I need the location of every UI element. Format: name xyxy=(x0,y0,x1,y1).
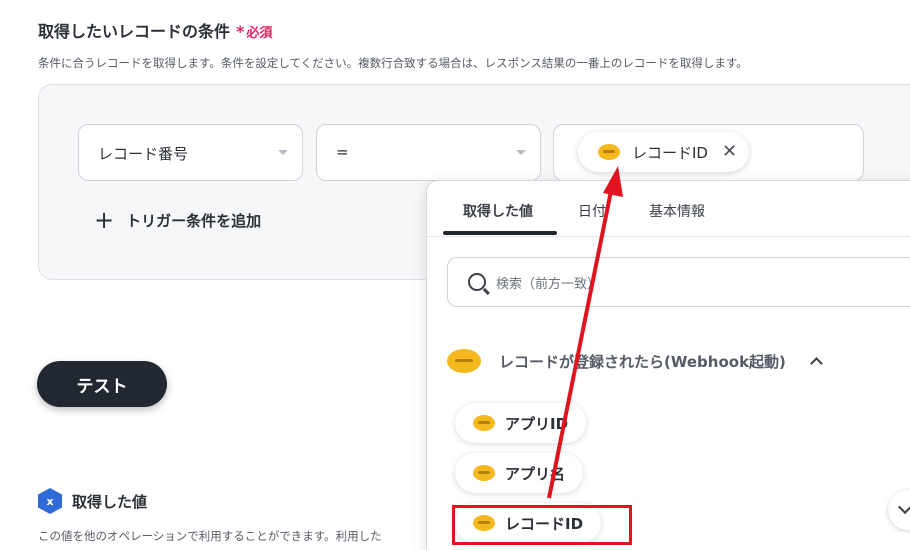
obtained-values-description: この値を他のオペレーションで利用することができます。利用した xyxy=(38,529,382,543)
picker-item-label: アプリID xyxy=(505,414,569,433)
operator-select-value: = xyxy=(336,143,349,161)
variable-icon: x xyxy=(38,488,62,514)
picker-item-label: アプリ名 xyxy=(505,464,566,483)
value-chip-label: レコードID xyxy=(632,143,708,162)
chevron-down-icon xyxy=(516,150,526,155)
search-placeholder: 検索（前方一致） xyxy=(496,276,601,292)
trigger-group-header[interactable]: レコードが登録されたら(Webhook起動) xyxy=(447,349,823,373)
kintone-icon xyxy=(447,349,481,373)
close-icon[interactable]: ✕ xyxy=(722,143,737,161)
kintone-icon xyxy=(473,415,495,431)
search-icon xyxy=(468,273,486,291)
add-trigger-condition-button[interactable]: + トリガー条件を追加 xyxy=(94,208,261,232)
kintone-icon xyxy=(598,144,620,160)
required-star: * xyxy=(236,22,245,41)
add-trigger-label: トリガー条件を追加 xyxy=(126,211,262,230)
picker-search-input[interactable]: 検索（前方一致） xyxy=(447,257,910,307)
obtained-values-title: 取得した値 xyxy=(72,492,148,511)
chevron-up-icon[interactable] xyxy=(810,357,823,370)
obtained-values-heading: x 取得した値 xyxy=(38,488,147,514)
condition-description: 条件に合うレコードを取得します。条件を設定してください。複数行合致する場合は、レ… xyxy=(38,56,748,70)
operator-select[interactable]: = xyxy=(316,124,541,181)
condition-title: 取得したいレコードの条件 * 必須 xyxy=(38,18,272,42)
kintone-icon xyxy=(473,465,495,481)
picker-item-app-name[interactable]: アプリ名 xyxy=(455,453,584,493)
picker-tabs: 取得した値 日付 基本情報 xyxy=(427,181,910,237)
chevron-down-icon xyxy=(278,150,288,155)
highlight-box xyxy=(452,505,632,545)
test-button[interactable]: テスト xyxy=(37,361,167,407)
required-label: 必須 xyxy=(246,26,273,41)
value-picker-dropdown: 取得した値 日付 基本情報 検索（前方一致） レコードが登録されたら(Webho… xyxy=(426,180,910,550)
plus-icon: + xyxy=(94,206,115,234)
tab-date[interactable]: 日付 xyxy=(578,201,606,221)
condition-title-text: 取得したいレコードの条件 xyxy=(38,22,231,41)
picker-item-app-id[interactable]: アプリID xyxy=(455,403,587,443)
tab-obtained-values[interactable]: 取得した値 xyxy=(463,201,533,221)
tab-basic-info[interactable]: 基本情報 xyxy=(649,201,705,221)
trigger-group-title: レコードが登録されたら(Webhook起動) xyxy=(499,352,786,371)
field-select[interactable]: レコード番号 xyxy=(78,124,303,181)
value-chip[interactable]: レコードID ✕ xyxy=(578,132,750,172)
value-field[interactable]: レコードID ✕ xyxy=(553,124,864,181)
field-select-value: レコード番号 xyxy=(98,145,189,163)
active-tab-indicator xyxy=(443,231,557,235)
